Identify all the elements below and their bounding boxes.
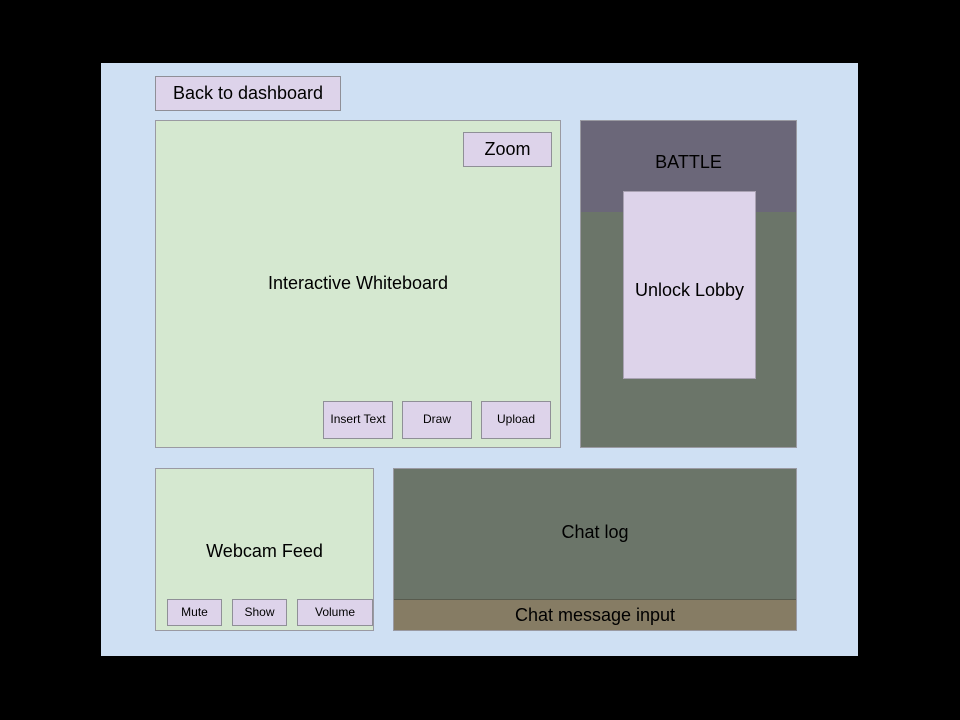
chat-log[interactable]: Chat log (394, 469, 796, 599)
mute-button[interactable]: Mute (167, 599, 222, 626)
battle-header-label: BATTLE (655, 152, 722, 172)
chat-message-input[interactable]: Chat message input (394, 599, 796, 630)
unlock-lobby-label: Unlock Lobby (634, 280, 745, 300)
chat-panel: Chat log Chat message input (393, 468, 797, 631)
insert-text-button[interactable]: Insert Text (323, 401, 393, 439)
volume-button[interactable]: Volume (297, 599, 373, 626)
whiteboard-panel[interactable]: Zoom Interactive Whiteboard Insert Text … (155, 120, 561, 448)
whiteboard-title: Interactive Whiteboard (267, 273, 449, 293)
webcam-title: Webcam Feed (206, 541, 323, 561)
battle-panel: BATTLE Unlock Lobby (580, 120, 797, 448)
show-button[interactable]: Show (232, 599, 287, 626)
webcam-panel: Webcam Feed Mute Show Volume (155, 468, 374, 631)
chat-log-label: Chat log (561, 522, 629, 542)
upload-button[interactable]: Upload (481, 401, 551, 439)
zoom-button[interactable]: Zoom (463, 132, 552, 167)
back-to-dashboard-button[interactable]: Back to dashboard (155, 76, 341, 111)
unlock-lobby-modal[interactable]: Unlock Lobby (623, 191, 756, 379)
app-container: Back to dashboard Zoom Interactive White… (101, 63, 858, 656)
draw-button[interactable]: Draw (402, 401, 472, 439)
